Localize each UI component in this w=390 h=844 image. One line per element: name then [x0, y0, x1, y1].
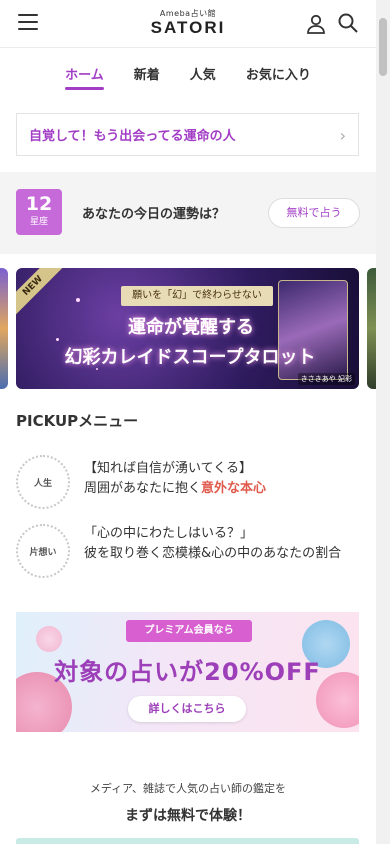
pickup-item-text: 【知れば自信が湧いてくる】 周囲があなたに抱く意外な本心 [84, 459, 359, 499]
carousel-prev-slide[interactable] [0, 268, 8, 389]
pickup-item-line1: 【知れば自信が湧いてくる】 [84, 461, 252, 476]
free-fortune-button[interactable]: 無料で占う [268, 198, 360, 228]
promo-title: まずは無料で体験！ [125, 808, 251, 824]
topic-banner-link[interactable]: 自覚して！もう出会ってる運命の人 › [16, 113, 359, 156]
premium-ribbon: プレミアム会員なら [126, 620, 252, 642]
daily-fortune-section: 12 星座 あなたの今日の運勢は？ 無料で占う [0, 172, 376, 254]
banner-title-line1: 運命が覚醒する [128, 317, 254, 338]
zodiac-sign-badge[interactable]: 12 星座 [16, 189, 62, 235]
banner-author: きさきあや 妃彩 [297, 373, 355, 385]
topic-banner-text: 自覚して！もう出会ってる運命の人 [29, 129, 236, 144]
page-scrollbar[interactable] [376, 0, 390, 844]
app-header: Ameba占い館 SATORI [0, 0, 376, 48]
pickup-badge: 片想い [16, 524, 70, 578]
search-icon[interactable] [337, 12, 359, 34]
premium-banner[interactable]: プレミアム会員なら 対象の占いが20%OFF 詳しくはこちら [16, 612, 359, 732]
featured-banner[interactable]: NEW 願いを「幻」で終わらせない 運命が覚醒する 幻彩カレイドスコープタロット… [16, 268, 359, 389]
main-tabs: ホーム 新着 人気 お気に入り [0, 48, 376, 96]
banner-tagline: 願いを「幻」で終わらせない [121, 286, 273, 306]
promo-card-edge [16, 838, 359, 844]
pickup-section-title: PICKUPメニュー [16, 412, 139, 430]
pickup-badge-label: 片想い [29, 547, 57, 558]
daily-fortune-question: あなたの今日の運勢は？ [82, 207, 226, 222]
pickup-item-text: 「心の中にわたしはいる？」 彼を取り巻く恋模様&心の中のあなたの割合 [84, 524, 359, 564]
pickup-item-highlight: 意外な本心 [201, 481, 267, 496]
pickup-badge: 人生 [16, 455, 70, 509]
zodiac-sign-label: 星座 [29, 217, 48, 227]
pickup-item-line1: 「心の中にわたしはいる？」 [84, 526, 254, 541]
tab-home[interactable]: ホーム [65, 64, 104, 90]
promo-subtitle: メディア、雑誌で人気の占い師の鑑定を [89, 782, 287, 795]
tab-popular[interactable]: 人気 [190, 64, 216, 90]
user-icon[interactable] [304, 12, 328, 36]
premium-details-button[interactable]: 詳しくはこちら [128, 696, 246, 722]
featured-carousel[interactable]: NEW 願いを「幻」で終わらせない 運命が覚醒する 幻彩カレイドスコープタロット… [0, 268, 376, 389]
tab-new[interactable]: 新着 [134, 64, 160, 90]
pickup-item-line2-text: 周囲があなたに抱く [84, 481, 202, 496]
chevron-right-icon: › [339, 126, 346, 145]
banner-title-line2: 幻彩カレイドスコープタロット [64, 347, 316, 368]
premium-headline: 対象の占いが20%OFF [54, 658, 321, 686]
pickup-item-line2: 周囲があなたに抱く意外な本心 [84, 479, 359, 499]
new-badge: NEW [16, 268, 64, 317]
pickup-badge-label: 人生 [33, 478, 52, 489]
pickup-item-line2: 彼を取り巻く恋模様&心の中のあなたの割合 [84, 546, 342, 561]
scrollbar-thumb[interactable] [379, 18, 387, 76]
carousel-next-slide[interactable] [367, 268, 376, 389]
tab-favorites[interactable]: お気に入り [246, 64, 311, 90]
zodiac-sign-number: 12 [25, 193, 53, 215]
